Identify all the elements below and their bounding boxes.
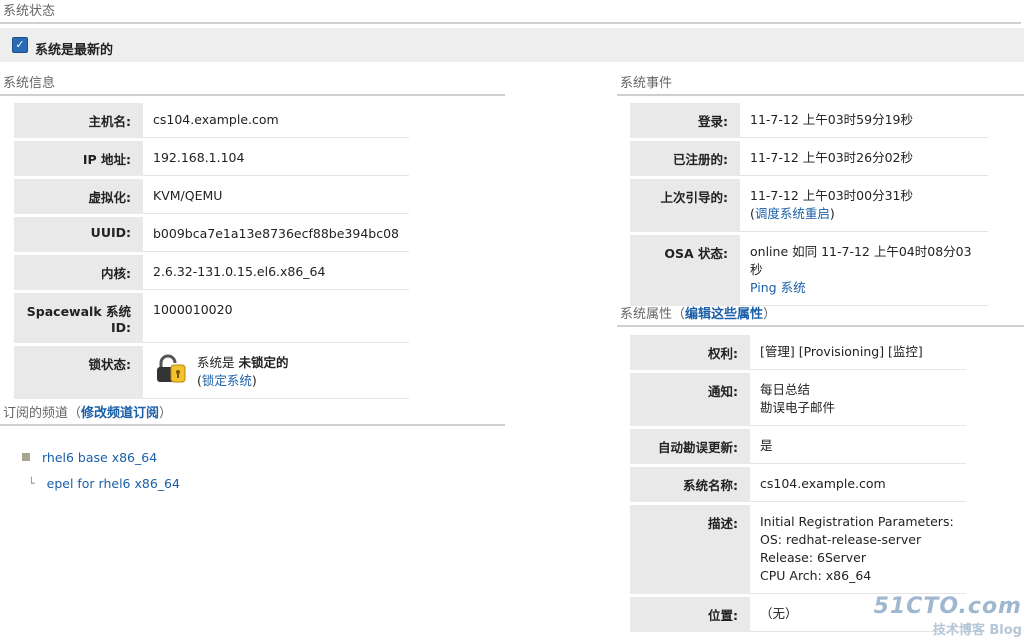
row-notify: 通知: 每日总结 勘误电子邮件 (630, 373, 966, 426)
system-info-table: 主机名: cs104.example.com IP 地址: 192.168.1.… (14, 100, 409, 402)
channel-list: rhel6 base x86_64 └ epel for rhel6 x86_6… (22, 444, 180, 496)
channels-title-text: 订阅的频道（ (3, 406, 82, 421)
watermark-subtitle: 技术博客 Blog (932, 623, 1022, 638)
uuid-value: b009bca7e1a13e8736ecf88be394bc08 (143, 217, 409, 252)
properties-table: 权利: [管理] [Provisioning] [监控] 通知: 每日总结 勘误… (630, 332, 966, 635)
virtualization-value: KVM/QEMU (143, 179, 409, 214)
watermark-logo: 51CTO.com (873, 594, 1022, 619)
row-boot: 上次引导的: 11-7-12 上午03时00分31秒 (调度系统重启) (630, 179, 988, 232)
row-lock: 锁状态: 系统是 未锁定的 (锁定系统) (14, 346, 409, 399)
events-table: 登录: 11-7-12 上午03时59分19秒 已注册的: 11-7-12 上午… (630, 100, 988, 309)
row-kernel: 内核: 2.6.32-131.0.15.el6.x86_64 (14, 255, 409, 290)
channels-title: 订阅的频道（修改频道订阅） (0, 402, 505, 426)
hostname-label: 主机名: (14, 103, 143, 138)
system-name-label: 系统名称: (630, 467, 750, 502)
row-system-id: Spacewalk 系统 ID: 1000010020 (14, 293, 409, 343)
page-title-text: 系统状态 (3, 4, 56, 19)
osa-status: online 如同 11-7-12 上午04时08分03秒 (750, 244, 972, 277)
lock-state: 未锁定的 (238, 355, 289, 370)
lock-label: 锁状态: (14, 346, 143, 399)
system-info-title-text: 系统信息 (3, 76, 56, 91)
login-label: 登录: (630, 103, 740, 138)
description-value: Initial Registration Parameters: OS: red… (750, 505, 966, 594)
row-virtualization: 虚拟化: KVM/QEMU (14, 179, 409, 214)
hostname-value: cs104.example.com (143, 103, 409, 138)
notify-line-1: 每日总结 (760, 382, 811, 397)
channel-item: rhel6 base x86_64 (22, 444, 180, 470)
description-line: OS: redhat-release-server (760, 532, 922, 547)
system-name-value: cs104.example.com (750, 467, 966, 502)
ip-value: 192.168.1.104 (143, 141, 409, 176)
row-ip: IP 地址: 192.168.1.104 (14, 141, 409, 176)
system-id-label: Spacewalk 系统 ID: (14, 293, 143, 343)
system-info-title: 系统信息 (0, 72, 505, 96)
kernel-value: 2.6.32-131.0.15.el6.x86_64 (143, 255, 409, 290)
properties-title-end: ） (763, 307, 777, 322)
row-system-name: 系统名称: cs104.example.com (630, 467, 966, 502)
description-line: Initial Registration Parameters: (760, 514, 954, 529)
channel-item-child: └ epel for rhel6 x86_64 (22, 470, 180, 496)
edit-properties-link[interactable]: 编辑这些属性 (685, 307, 763, 322)
status-check-icon: ✓ (12, 37, 28, 53)
row-description: 描述: Initial Registration Parameters: OS:… (630, 505, 966, 594)
status-text: 系统是最新的 (35, 43, 114, 58)
properties-title: 系统属性（编辑这些属性） (617, 303, 1024, 327)
notify-label: 通知: (630, 373, 750, 426)
status-bar: ✓ 系统是最新的 (0, 28, 1024, 62)
entitlements-value: [管理] [Provisioning] [监控] (750, 335, 966, 370)
uuid-label: UUID: (14, 217, 143, 252)
row-hostname: 主机名: cs104.example.com (14, 103, 409, 138)
system-id-value: 1000010020 (143, 293, 409, 343)
auto-update-label: 自动勘误更新: (630, 429, 750, 464)
kernel-label: 内核: (14, 255, 143, 290)
channel-link-base[interactable]: rhel6 base x86_64 (42, 450, 157, 465)
channel-bullet-icon (22, 453, 30, 461)
lock-value: 系统是 未锁定的 (锁定系统) (143, 346, 409, 399)
page-title: 系统状态 (0, 0, 1021, 24)
entitlements-label: 权利: (630, 335, 750, 370)
notify-line-2: 勘误电子邮件 (760, 400, 836, 415)
description-line: Release: 6Server (760, 550, 866, 565)
description-label: 描述: (630, 505, 750, 594)
channel-link-epel[interactable]: epel for rhel6 x86_64 (47, 476, 180, 491)
registered-label: 已注册的: (630, 141, 740, 176)
row-login: 登录: 11-7-12 上午03时59分19秒 (630, 103, 988, 138)
boot-value: 11-7-12 上午03时00分31秒 (调度系统重启) (740, 179, 988, 232)
properties-title-text: 系统属性（ (620, 307, 686, 322)
lock-system-link[interactable]: 锁定系统 (202, 373, 252, 388)
channels-title-end: ） (159, 406, 173, 421)
row-entitlements: 权利: [管理] [Provisioning] [监控] (630, 335, 966, 370)
ip-label: IP 地址: (14, 141, 143, 176)
location-label: 位置: (630, 597, 750, 632)
registered-value: 11-7-12 上午03时26分02秒 (740, 141, 988, 176)
lock-prefix: 系统是 (197, 355, 239, 370)
osa-label: OSA 状态: (630, 235, 740, 306)
description-line: CPU Arch: x86_64 (760, 568, 872, 583)
virtualization-label: 虚拟化: (14, 179, 143, 214)
login-value: 11-7-12 上午03时59分19秒 (740, 103, 988, 138)
boot-time: 11-7-12 上午03时00分31秒 (750, 188, 913, 203)
row-registered: 已注册的: 11-7-12 上午03时26分02秒 (630, 141, 988, 176)
watermark: 51CTO.com 技术博客 Blog (874, 594, 1022, 638)
boot-label: 上次引导的: (630, 179, 740, 232)
events-title: 系统事件 (617, 72, 1024, 96)
row-osa: OSA 状态: online 如同 11-7-12 上午04时08分03秒 Pi… (630, 235, 988, 306)
ping-system-link[interactable]: Ping 系统 (750, 280, 806, 295)
osa-value: online 如同 11-7-12 上午04时08分03秒 Ping 系统 (740, 235, 988, 306)
edit-channels-link[interactable]: 修改频道订阅 (81, 406, 159, 421)
events-title-text: 系统事件 (620, 76, 673, 91)
notify-value: 每日总结 勘误电子邮件 (750, 373, 966, 426)
auto-update-value: 是 (750, 429, 966, 464)
child-branch-icon: └ (28, 476, 35, 490)
schedule-reboot-link[interactable]: 调度系统重启 (755, 206, 830, 221)
row-uuid: UUID: b009bca7e1a13e8736ecf88be394bc08 (14, 217, 409, 252)
unlocked-padlock-icon (157, 354, 186, 383)
row-auto-update: 自动勘误更新: 是 (630, 429, 966, 464)
